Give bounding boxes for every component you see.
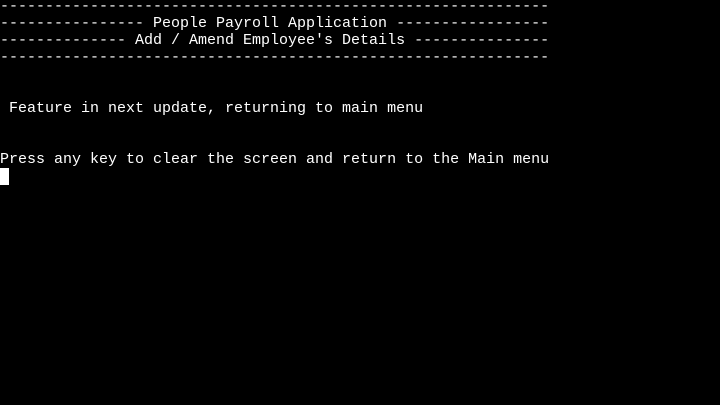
status-message: Feature in next update, returning to mai…	[0, 100, 424, 117]
header-rule-bottom: ----------------------------------------…	[0, 49, 550, 66]
terminal-window[interactable]: ----------------------------------------…	[0, 0, 720, 405]
header-rule-top: ----------------------------------------…	[0, 0, 550, 15]
section-title: -------------- Add / Amend Employee's De…	[0, 32, 550, 49]
app-title: ---------------- People Payroll Applicat…	[0, 15, 550, 32]
continue-prompt: Press any key to clear the screen and re…	[0, 151, 550, 168]
text-cursor[interactable]	[0, 168, 9, 185]
